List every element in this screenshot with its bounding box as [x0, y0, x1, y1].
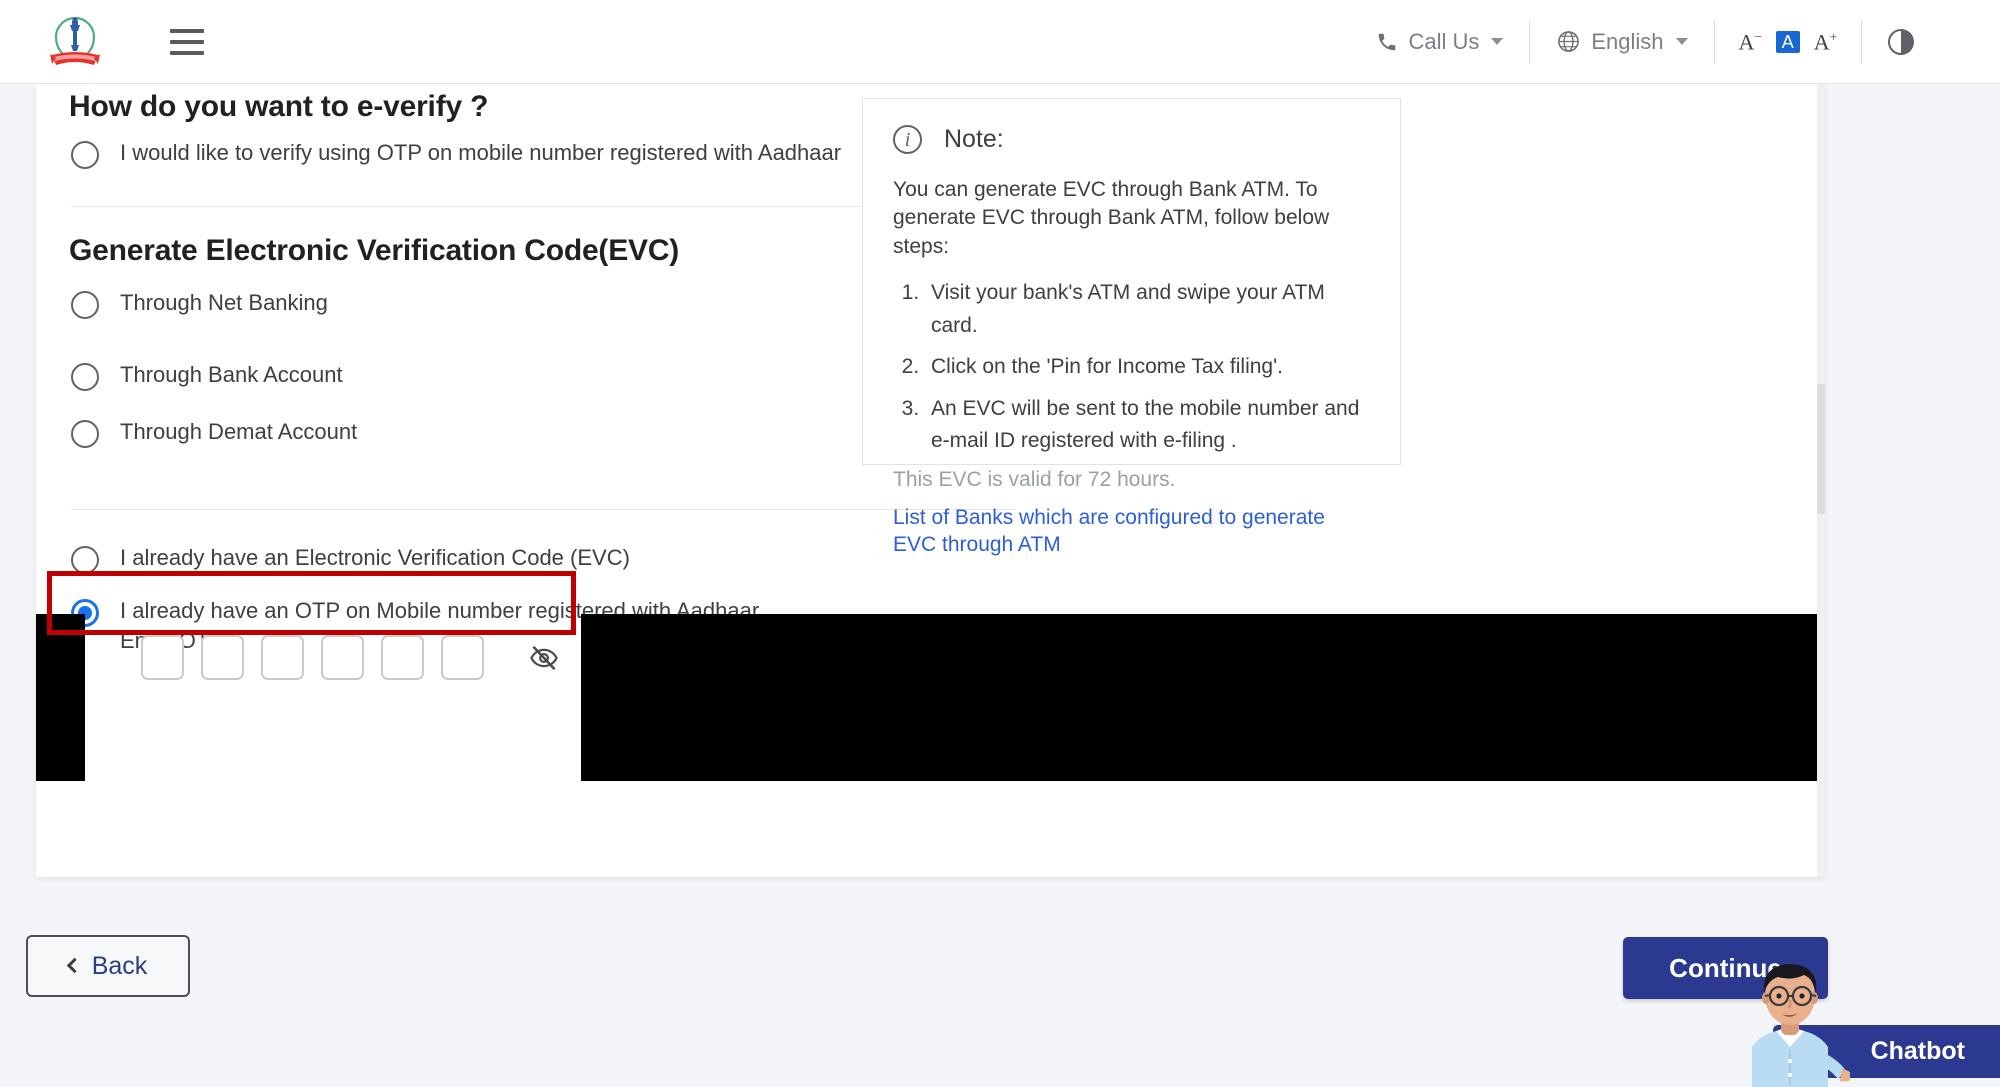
redaction-overlay-right [581, 614, 1825, 781]
chevron-down-icon [1491, 38, 1503, 45]
info-icon: i [893, 125, 922, 154]
call-us-dropdown[interactable]: Call Us [1350, 20, 1529, 64]
note-title: Note: [944, 125, 1004, 154]
font-size-controls: A− A A+ [1715, 20, 1861, 64]
call-us-label: Call Us [1408, 29, 1479, 55]
radio-option-have-evc[interactable]: I already have an Electronic Verificatio… [71, 545, 630, 574]
globe-icon [1556, 29, 1581, 54]
back-button-label: Back [92, 952, 148, 981]
radio-have-evc[interactable] [71, 546, 99, 574]
otp-digit-1[interactable] [141, 635, 184, 680]
radio-bank-account[interactable] [71, 363, 99, 391]
radio-label-bank-account: Through Bank Account [120, 362, 343, 387]
everify-card: How do you want to e-verify ? I would li… [36, 84, 1825, 877]
otp-digit-4[interactable] [321, 635, 364, 680]
language-dropdown[interactable]: English [1530, 20, 1713, 64]
radio-label-net-banking: Through Net Banking [120, 290, 328, 315]
otp-input-group [141, 635, 561, 680]
chatbot-avatar-icon[interactable] [1730, 955, 1850, 1087]
card-scrollbar-thumb[interactable] [1817, 384, 1825, 514]
otp-digit-6[interactable] [441, 635, 484, 680]
otp-digit-3[interactable] [261, 635, 304, 680]
chevron-down-icon [1676, 38, 1688, 45]
note-step-1: Visit your bank's ATM and swipe your ATM… [925, 277, 1370, 342]
contrast-icon [1888, 29, 1914, 55]
font-decrease-button[interactable]: A− [1739, 30, 1762, 53]
chevron-left-icon [66, 958, 82, 974]
radio-option-aadhaar-otp[interactable]: I would like to verify using OTP on mobi… [71, 140, 841, 169]
card-scrollbar-track[interactable] [1817, 84, 1825, 877]
site-header: Call Us English A− A A+ [0, 0, 2000, 84]
contrast-toggle-button[interactable] [1862, 20, 1940, 64]
header-actions: Call Us English A− A A+ [1350, 20, 1940, 64]
income-tax-logo[interactable] [42, 9, 108, 75]
hamburger-bar-3 [170, 51, 204, 55]
otp-digit-2[interactable] [201, 635, 244, 680]
radio-option-bank-account[interactable]: Through Bank Account [71, 362, 343, 391]
phone-icon [1376, 31, 1398, 53]
redaction-overlay-left [36, 614, 85, 781]
radio-demat-account[interactable] [71, 420, 99, 448]
page-title: How do you want to e-verify ? [69, 90, 488, 124]
note-panel: i Note: You can generate EVC through Ban… [862, 98, 1401, 465]
eye-off-icon [529, 643, 559, 673]
hamburger-menu-button[interactable] [170, 29, 204, 55]
note-header: i Note: [893, 125, 1370, 154]
radio-net-banking[interactable] [71, 291, 99, 319]
radio-label-have-evc: I already have an Electronic Verificatio… [120, 545, 630, 570]
note-bank-list-link[interactable]: List of Banks which are configured to ge… [893, 504, 1370, 559]
note-validity-text: This EVC is valid for 72 hours. [893, 468, 1370, 492]
radio-option-net-banking[interactable]: Through Net Banking [71, 290, 328, 319]
language-label: English [1591, 29, 1663, 55]
note-step-3: An EVC will be sent to the mobile number… [925, 393, 1370, 458]
radio-label-aadhaar-otp: I would like to verify using OTP on mobi… [120, 140, 841, 165]
section-title-generate-evc: Generate Electronic Verification Code(EV… [69, 234, 679, 268]
note-steps-list: Visit your bank's ATM and swipe your ATM… [893, 277, 1370, 458]
toggle-otp-visibility-button[interactable] [527, 641, 561, 675]
note-body-text: You can generate EVC through Bank ATM. T… [893, 176, 1370, 261]
otp-digit-5[interactable] [381, 635, 424, 680]
back-button[interactable]: Back [26, 935, 190, 997]
font-increase-button[interactable]: A+ [1814, 30, 1837, 53]
chatbot-button-label: Chatbot [1871, 1037, 1965, 1066]
hamburger-bar-1 [170, 29, 204, 33]
hamburger-bar-2 [170, 40, 204, 44]
radio-option-demat-account[interactable]: Through Demat Account [71, 419, 357, 448]
radio-label-demat-account: Through Demat Account [120, 419, 357, 444]
font-normal-button[interactable]: A [1776, 31, 1800, 53]
note-step-2: Click on the 'Pin for Income Tax filing'… [925, 351, 1370, 384]
divider-bottom [71, 509, 1016, 510]
radio-aadhaar-otp[interactable] [71, 141, 99, 169]
emblem-icon [44, 11, 106, 73]
